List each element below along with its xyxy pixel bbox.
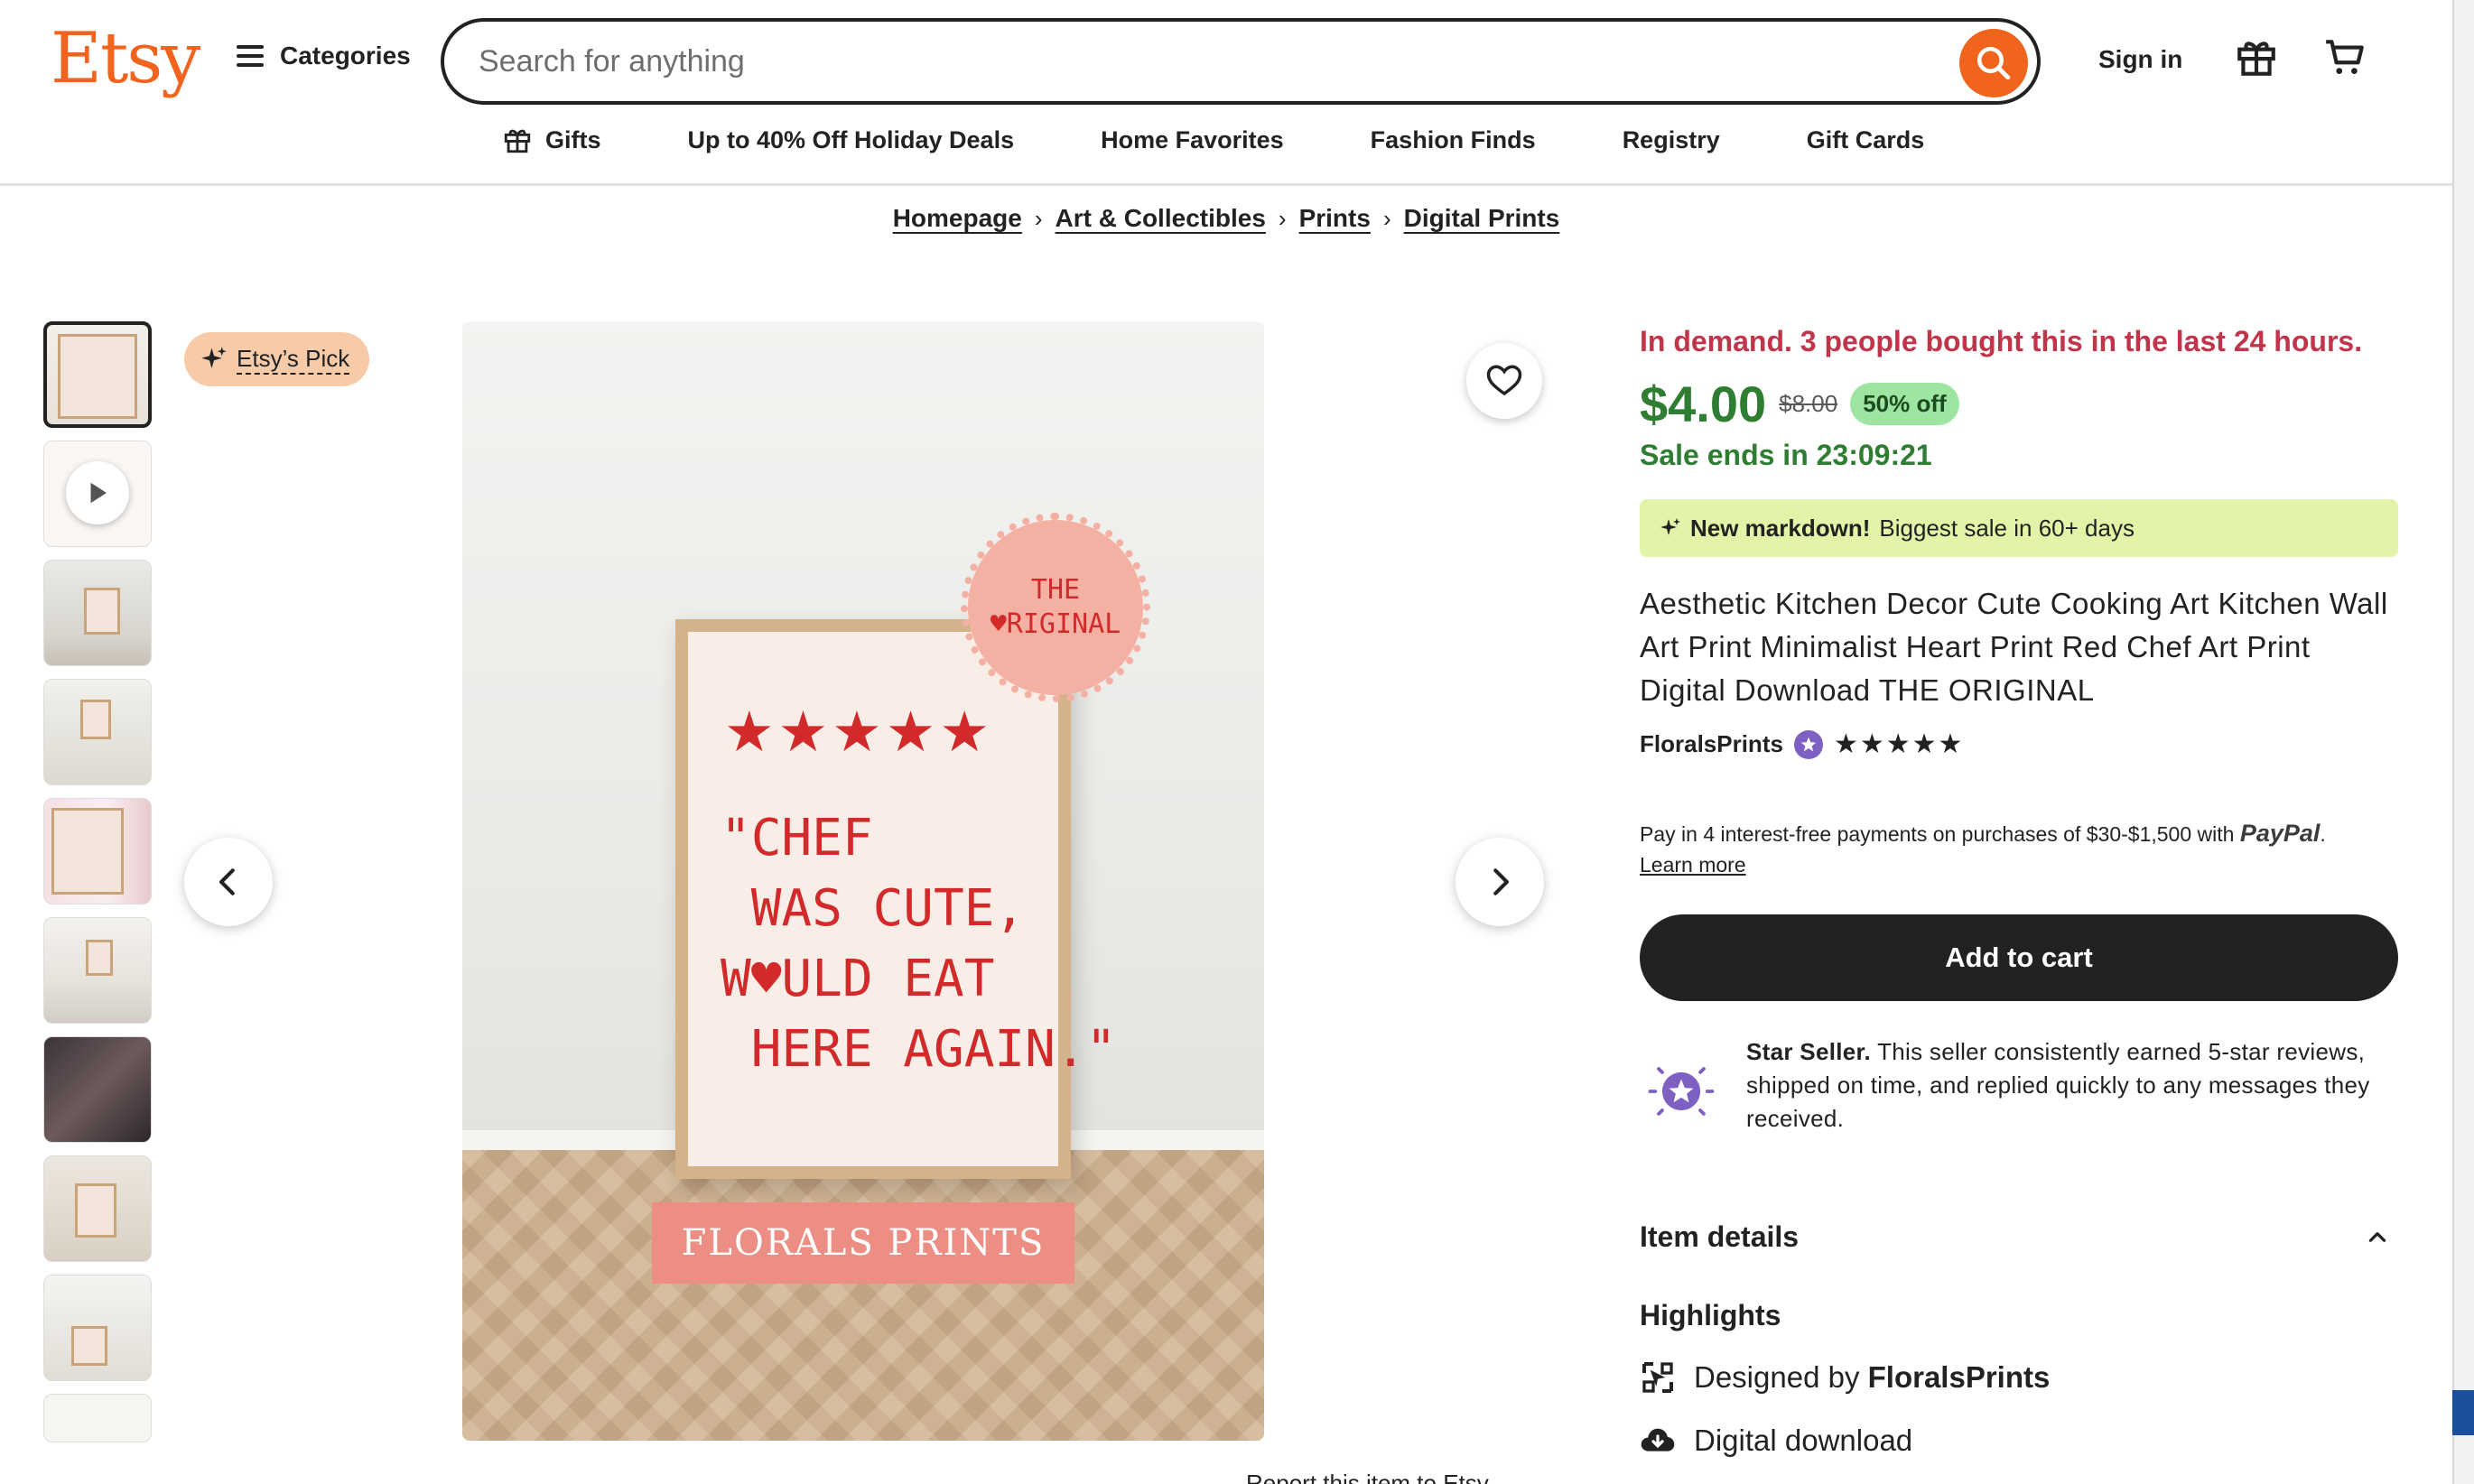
play-icon	[66, 461, 129, 524]
subnav-gifts[interactable]: Gifts	[502, 125, 601, 155]
thumbnail-strip	[43, 321, 152, 1455]
subnav-registry[interactable]: Registry	[1623, 125, 1720, 155]
next-image-button[interactable]	[1456, 838, 1544, 926]
chevron-right-icon: ›	[1034, 204, 1043, 232]
chevron-right-icon: ›	[1278, 204, 1287, 232]
item-details-label: Item details	[1640, 1220, 1800, 1253]
poster-quote: "CHEF WAS CUTE, W♥ULD EAT HERE AGAIN."	[721, 809, 1117, 1079]
thumbnail-image[interactable]	[43, 1275, 152, 1381]
subnav-home-favorites[interactable]: Home Favorites	[1101, 125, 1284, 155]
breadcrumb: Homepage › Art & Collectibles › Prints ›…	[0, 204, 2452, 233]
star-seller-title: Star Seller.	[1746, 1038, 1872, 1065]
star-seller-info: Star Seller. This seller consistently ea…	[1640, 1035, 2398, 1136]
subnav-fashion-finds[interactable]: Fashion Finds	[1371, 125, 1536, 155]
thumbnail-image[interactable]	[43, 917, 152, 1024]
thumbnail-image[interactable]	[43, 1394, 152, 1442]
gift-icon	[504, 129, 531, 153]
subnav-label: Gifts	[545, 125, 601, 153]
breadcrumb-digital-prints[interactable]: Digital Prints	[1404, 204, 1560, 233]
paypal-logo: PayPal	[2239, 820, 2321, 847]
breadcrumb-art-collectibles[interactable]: Art & Collectibles	[1056, 204, 1266, 233]
learn-more-link[interactable]: Learn more	[1640, 853, 1746, 876]
digital-download-label: Digital download	[1694, 1424, 1913, 1457]
original-seal: THE ♥RIGINAL	[961, 513, 1150, 702]
wood-floor	[462, 1150, 1264, 1441]
product-info: In demand. 3 people bought this in the l…	[1640, 325, 2398, 1459]
item-details-toggle[interactable]: Item details	[1640, 1220, 2398, 1254]
hamburger-icon	[237, 45, 264, 67]
paypal-installments: Pay in 4 interest-free payments on purch…	[1640, 820, 2326, 876]
sparkle-icon	[1660, 518, 1680, 535]
original-price: $8.00	[1779, 390, 1838, 417]
discount-badge: 50% off	[1850, 383, 1959, 425]
star-seller-text: Star Seller. This seller consistently ea…	[1746, 1035, 2398, 1136]
favorite-button[interactable]	[1466, 343, 1542, 419]
star-seller-icon	[1648, 1067, 1715, 1116]
chevron-right-icon	[1493, 868, 1509, 895]
thumbnail-image[interactable]	[43, 321, 152, 428]
chevron-right-icon: ›	[1382, 204, 1391, 232]
etsy-logo[interactable]: Etsy	[51, 18, 200, 99]
etsys-pick-label: Etsy’s Pick	[237, 345, 350, 375]
etsys-pick-badge[interactable]: Etsy’s Pick	[184, 332, 370, 386]
add-to-cart-button[interactable]: Add to cart	[1640, 914, 2398, 1001]
cart-icon[interactable]	[2322, 34, 2367, 79]
main-product-image[interactable]: ★★★★★ "CHEF WAS CUTE, W♥ULD EAT HERE AGA…	[462, 321, 1264, 1441]
poster-stars: ★★★★★	[724, 701, 993, 764]
markdown-banner: New markdown! Biggest sale in 60+ days	[1640, 499, 2398, 557]
subnav-gift-cards[interactable]: Gift Cards	[1807, 125, 1925, 155]
highlights-heading: Highlights	[1640, 1299, 1781, 1331]
search-input[interactable]	[479, 43, 1887, 79]
highlight-digital-download: Digital download	[1640, 1423, 2398, 1459]
designer-link[interactable]: FloralsPrints	[1868, 1360, 2051, 1394]
thumbnail-image[interactable]	[43, 560, 152, 666]
categories-button[interactable]: Categories	[237, 42, 411, 70]
price-row: $4.00 $8.00 50% off	[1640, 375, 2398, 433]
categories-label: Categories	[280, 42, 411, 70]
chevron-up-icon	[2368, 1231, 2386, 1242]
designer-icon	[1642, 1362, 1673, 1393]
poster-frame: ★★★★★ "CHEF WAS CUTE, W♥ULD EAT HERE AGA…	[675, 619, 1116, 1179]
seal-line-1: THE	[1030, 574, 1081, 606]
thumbnail-video[interactable]	[43, 441, 152, 547]
chevron-left-icon	[219, 868, 235, 895]
gift-icon[interactable]	[2234, 34, 2279, 79]
thumbnail-image[interactable]	[43, 798, 152, 904]
designed-by-label: Designed by	[1694, 1360, 1860, 1394]
sign-in-link[interactable]: Sign in	[2098, 45, 2182, 74]
seller-row: FloralsPrints ★★★★★	[1640, 728, 2398, 760]
previous-image-button[interactable]	[184, 838, 273, 926]
product-title: Aesthetic Kitchen Decor Cute Cooking Art…	[1640, 587, 2388, 707]
scrollbar-marker	[2452, 1390, 2474, 1435]
star-seller-badge-icon	[1793, 729, 1823, 759]
report-item-link[interactable]: Report this item to Etsy	[1246, 1470, 1489, 1484]
browser-scrollbar[interactable]	[2452, 0, 2474, 1484]
sub-navigation: Gifts Up to 40% Off Holiday Deals Home F…	[0, 125, 2452, 155]
seal-line-2: ♥RIGINAL	[990, 608, 1121, 640]
brand-banner: FLORALS PRINTS	[652, 1202, 1074, 1284]
cloud-download-icon	[1641, 1428, 1675, 1452]
demand-notice: In demand. 3 people bought this in the l…	[1640, 325, 2363, 357]
thumbnail-image[interactable]	[43, 679, 152, 785]
sparkle-icon	[201, 347, 227, 368]
rating-stars[interactable]: ★★★★★	[1834, 728, 1964, 760]
heart-icon	[1486, 365, 1522, 396]
thumbnail-image[interactable]	[43, 1036, 152, 1143]
thumbnail-image[interactable]	[43, 1155, 152, 1262]
markdown-bold: New markdown!	[1690, 514, 1871, 542]
subnav-holiday-deals[interactable]: Up to 40% Off Holiday Deals	[688, 125, 1015, 155]
paypal-text: Pay in 4 interest-free payments on purch…	[1640, 822, 2235, 846]
seller-name-link[interactable]: FloralsPrints	[1640, 730, 1783, 758]
breadcrumb-prints[interactable]: Prints	[1299, 204, 1371, 233]
search-bar	[441, 18, 2041, 105]
site-header: Etsy Categories Sign in Gifts Up to 40% …	[0, 0, 2452, 186]
breadcrumb-homepage[interactable]: Homepage	[893, 204, 1022, 233]
search-button[interactable]	[1959, 29, 2028, 97]
highlight-designed-by: Designed by FloralsPrints	[1640, 1359, 2398, 1396]
sale-price: $4.00	[1640, 376, 1767, 432]
markdown-text: Biggest sale in 60+ days	[1879, 514, 2135, 542]
sale-countdown: Sale ends in 23:09:21	[1640, 439, 1932, 471]
search-icon	[1976, 46, 2011, 80]
